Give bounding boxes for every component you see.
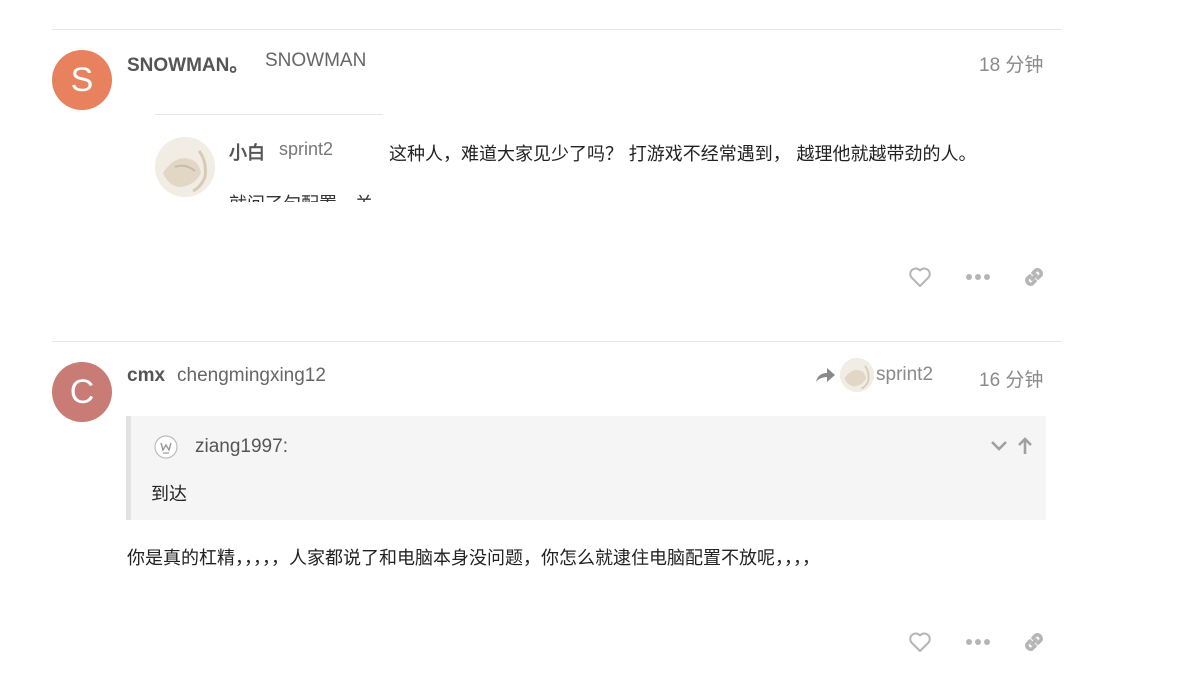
- avatar-letter: C: [69, 372, 95, 411]
- post-username[interactable]: cmx: [127, 365, 165, 387]
- expand-quote-button[interactable]: [987, 434, 1011, 458]
- link-icon: [1025, 268, 1043, 286]
- reply-text-fragment: 就问了句配置，关: [229, 190, 373, 202]
- heart-icon: [909, 632, 931, 652]
- user-avatar: [155, 137, 215, 197]
- user-avatar-icon: [154, 435, 178, 459]
- post-divider: [52, 29, 1062, 30]
- reply-arrow-icon: [816, 368, 835, 382]
- reply-to-username: sprint2: [876, 364, 934, 385]
- more-button[interactable]: [963, 262, 993, 292]
- post-time[interactable]: 18 分钟: [979, 50, 1043, 77]
- avatar[interactable]: C: [52, 362, 112, 422]
- post-fullname[interactable]: chengmingxing12: [177, 365, 326, 387]
- reply-username[interactable]: 小白: [229, 139, 265, 165]
- chevron-down-icon: [991, 441, 1007, 451]
- post-username[interactable]: SNOWMAN。: [127, 50, 248, 77]
- ellipsis-icon: [966, 639, 990, 645]
- ellipsis-icon: [966, 274, 990, 280]
- reply-to-indicator[interactable]: sprint2: [814, 358, 933, 392]
- post-actions: [905, 627, 1065, 657]
- arrow-up-icon: [1018, 437, 1032, 454]
- post-actions: [905, 262, 1065, 292]
- share-link-button[interactable]: [1019, 262, 1049, 292]
- quote-author[interactable]: ziang1997:: [195, 436, 288, 458]
- more-button[interactable]: [963, 627, 993, 657]
- quote-block: ziang1997: 到达: [126, 416, 1046, 520]
- avatar-letter: S: [70, 60, 94, 99]
- post-time[interactable]: 16 分钟: [979, 365, 1043, 392]
- avatar[interactable]: S: [52, 50, 112, 110]
- post-body: 你是真的杠精，，，，，人家都说了和电脑本身没问题，你怎么就逮住电脑配置不放呢，，…: [127, 548, 820, 569]
- like-button[interactable]: [905, 627, 935, 657]
- reply-to-avatar: [840, 358, 874, 392]
- post-body: 这种人，难道大家见少了吗？ 打游戏不经常遇到， 越理他就越带劲的人。: [389, 144, 977, 165]
- reply-fullname[interactable]: sprint2: [279, 139, 333, 160]
- like-button[interactable]: [905, 262, 935, 292]
- heart-icon: [909, 267, 931, 287]
- post-divider: [52, 341, 1062, 342]
- post-fullname[interactable]: SNOWMAN: [265, 50, 366, 72]
- embedded-reply-card[interactable]: 小白 sprint2 就问了句配置，关: [155, 114, 383, 202]
- go-to-quoted-post-button[interactable]: [1013, 434, 1037, 458]
- share-link-button[interactable]: [1019, 627, 1049, 657]
- quote-text: 到达: [151, 484, 187, 505]
- link-icon: [1025, 633, 1043, 651]
